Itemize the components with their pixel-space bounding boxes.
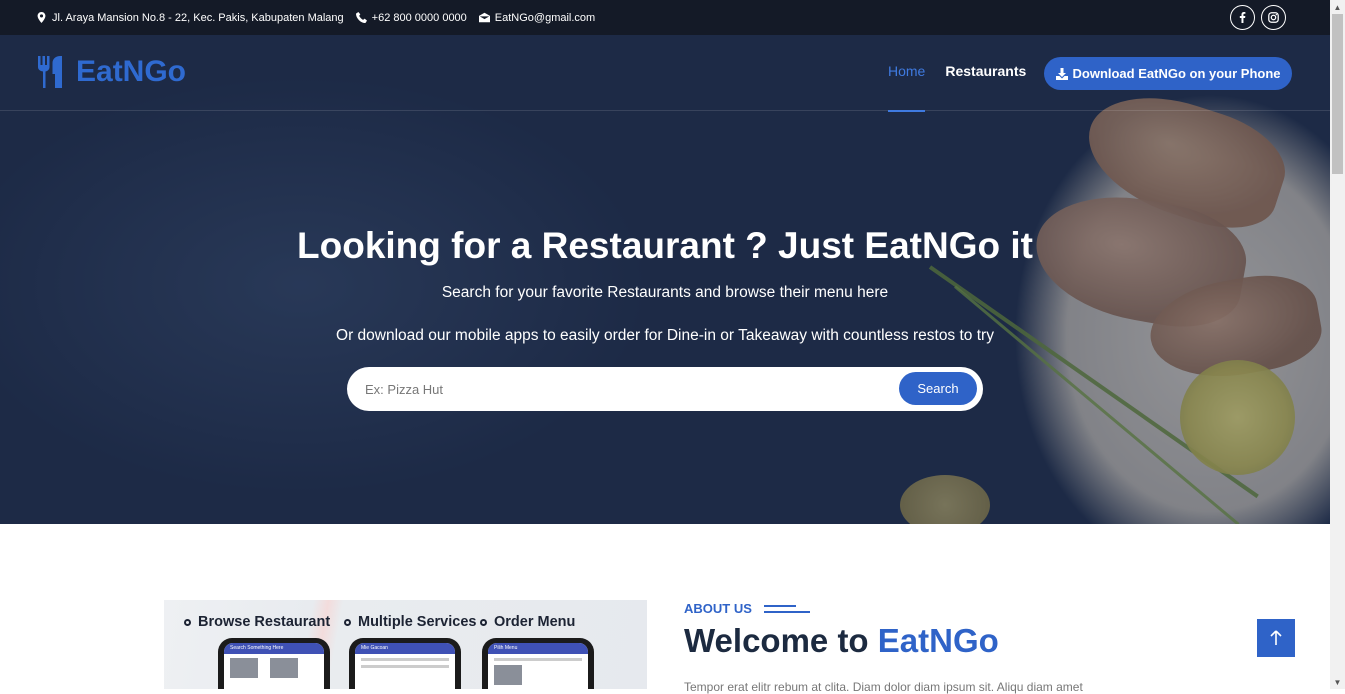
address-item: Jl. Araya Mansion No.8 - 22, Kec. Pakis,… bbox=[36, 12, 344, 24]
facebook-link[interactable] bbox=[1230, 5, 1255, 30]
hero-title: Looking for a Restaurant ? Just EatNGo i… bbox=[297, 225, 1033, 266]
hero-subtitle: Search for your favorite Restaurants and… bbox=[441, 284, 889, 301]
phone-thumbnail bbox=[230, 658, 258, 678]
social-links bbox=[1230, 5, 1286, 30]
email-item: EatNGo@gmail.com bbox=[478, 11, 596, 24]
instagram-link[interactable] bbox=[1261, 5, 1286, 30]
about-title: Welcome to EatNGo bbox=[684, 622, 999, 660]
search-button[interactable]: Search bbox=[899, 372, 977, 405]
bullet-icon bbox=[344, 618, 351, 626]
brand-name: EatNGo bbox=[76, 55, 187, 88]
phone-text: +62 800 0000 0000 bbox=[371, 11, 467, 24]
phone-line bbox=[361, 658, 449, 661]
label-decoration bbox=[763, 604, 810, 613]
download-app-label: Download EatNGo on your Phone bbox=[1072, 66, 1281, 81]
arrow-up-icon bbox=[1270, 630, 1282, 645]
about-title-brand: EatNGo bbox=[877, 622, 999, 659]
envelope-icon bbox=[478, 12, 490, 23]
phone-screen-title: Mie Gacoan bbox=[355, 643, 455, 654]
feature-label: Order Menu bbox=[494, 614, 576, 630]
brand-logo[interactable]: EatNGo bbox=[38, 55, 186, 89]
scrollbar-thumb[interactable] bbox=[1332, 14, 1343, 174]
top-info-bar: Jl. Araya Mansion No.8 - 22, Kec. Pakis,… bbox=[0, 0, 1330, 35]
map-marker-icon bbox=[37, 12, 46, 23]
phone-mockup: Search Something Here bbox=[218, 638, 330, 689]
instagram-icon bbox=[1268, 12, 1279, 23]
hero-subtitle-secondary: Or download our mobile apps to easily or… bbox=[336, 327, 994, 344]
bullet-icon bbox=[184, 618, 191, 626]
about-label-text: ABOUT US bbox=[684, 601, 752, 616]
feature-services: Multiple Services bbox=[344, 614, 476, 630]
bullet-icon bbox=[480, 618, 487, 626]
scroll-down-arrow-icon[interactable]: ▼ bbox=[1330, 675, 1345, 689]
phone-thumbnail bbox=[494, 665, 522, 685]
feature-label: Browse Restaurant bbox=[198, 614, 331, 630]
email-text: EatNGo@gmail.com bbox=[494, 11, 596, 24]
download-icon bbox=[1055, 67, 1068, 80]
feature-order: Order Menu bbox=[480, 614, 575, 630]
phone-screen-title: Pilih Menu bbox=[488, 643, 588, 654]
facebook-icon bbox=[1239, 12, 1246, 23]
about-title-prefix: Welcome to bbox=[684, 622, 878, 659]
phone-screen-title: Search Something Here bbox=[224, 643, 324, 654]
section-label: ABOUT US bbox=[684, 601, 810, 616]
phone-line bbox=[361, 665, 449, 668]
scroll-up-arrow-icon[interactable]: ▲ bbox=[1330, 0, 1345, 14]
phone-item: +62 800 0000 0000 bbox=[355, 11, 467, 24]
download-app-button[interactable]: Download EatNGo on your Phone bbox=[1044, 57, 1292, 90]
about-text: Tempor erat elitr rebum at clita. Diam d… bbox=[684, 680, 1083, 694]
contact-info: Jl. Araya Mansion No.8 - 22, Kec. Pakis,… bbox=[36, 0, 595, 35]
feature-browse: Browse Restaurant bbox=[184, 614, 330, 630]
address-text: Jl. Araya Mansion No.8 - 22, Kec. Pakis,… bbox=[52, 11, 344, 24]
search-input[interactable] bbox=[365, 367, 885, 411]
about-image: Browse Restaurant Multiple Services Orde… bbox=[164, 600, 647, 689]
nav-item-home[interactable]: Home bbox=[888, 63, 926, 112]
nav-item-restaurants[interactable]: Restaurants bbox=[945, 63, 1026, 79]
nav-menu: Home Restaurants bbox=[888, 63, 1026, 112]
phone-mockup: Mie Gacoan bbox=[349, 638, 461, 689]
search-bar bbox=[347, 367, 983, 411]
phone-thumbnail bbox=[270, 658, 298, 678]
page-scrollbar[interactable]: ▲ ▼ bbox=[1330, 0, 1345, 689]
utensils-icon bbox=[38, 56, 62, 88]
phone-icon bbox=[355, 12, 367, 23]
back-to-top-button[interactable] bbox=[1257, 619, 1295, 657]
phone-mockup: Pilih Menu bbox=[482, 638, 594, 689]
feature-label: Multiple Services bbox=[358, 614, 477, 630]
phone-line bbox=[494, 658, 582, 661]
